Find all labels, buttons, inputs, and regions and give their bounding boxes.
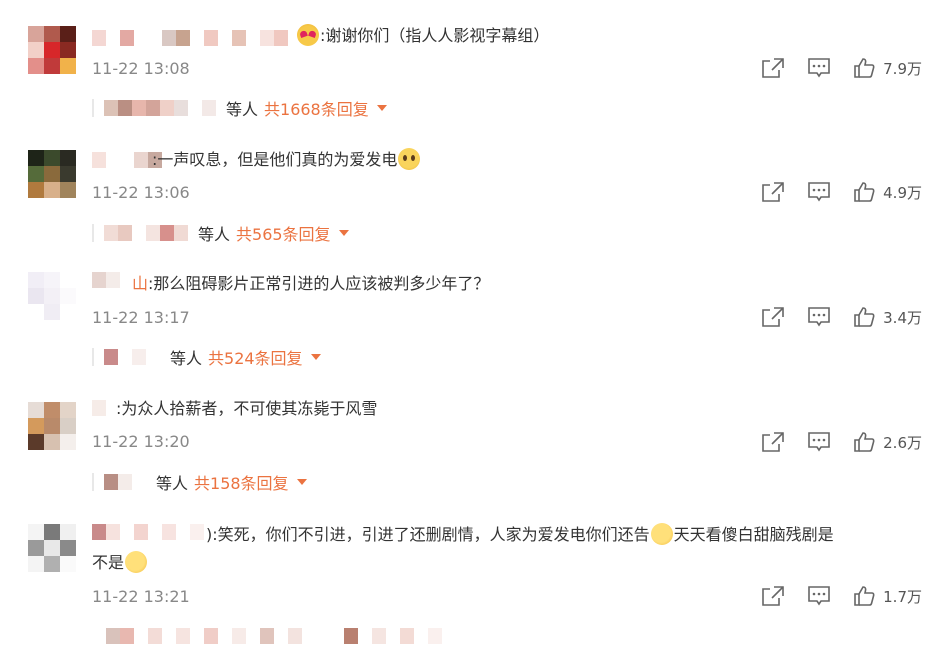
like-button[interactable]: 1.7万 bbox=[853, 585, 922, 607]
dropdown-arrow-icon bbox=[296, 479, 307, 485]
avatar[interactable] bbox=[28, 272, 76, 320]
share-button[interactable] bbox=[761, 585, 785, 607]
expand-replies-link[interactable]: 共158条回复 bbox=[194, 470, 307, 494]
repliers-obscured bbox=[104, 474, 146, 490]
comment-time: 11-22 13:06 bbox=[92, 183, 190, 202]
divider bbox=[92, 473, 94, 491]
replies-summary: 等人 共1668条回复 bbox=[92, 97, 387, 119]
comment-time: 11-22 13:21 bbox=[92, 587, 190, 606]
like-count: 2.6万 bbox=[883, 433, 922, 452]
comment-icon bbox=[808, 58, 830, 78]
comment-icon bbox=[808, 432, 830, 452]
avatar[interactable] bbox=[28, 524, 76, 572]
replies-summary: 等人 共158条回复 bbox=[92, 471, 307, 493]
comment-text: 山:那么阻碍影片正常引进的人应该被判多少年了？ bbox=[132, 274, 490, 293]
like-count: 7.9万 bbox=[883, 59, 922, 78]
share-button[interactable] bbox=[761, 431, 785, 453]
comment-actions: 3.4万 bbox=[739, 306, 922, 328]
comment-icon bbox=[808, 182, 830, 202]
thumbs-up-icon bbox=[854, 58, 875, 78]
share-button[interactable] bbox=[761, 306, 785, 328]
like-count: 4.9万 bbox=[883, 183, 922, 202]
comment-button[interactable] bbox=[807, 306, 831, 328]
comment-time: 11-22 13:08 bbox=[92, 59, 190, 78]
like-count: 1.7万 bbox=[883, 587, 922, 606]
expand-replies-link[interactable]: 共1668条回复 bbox=[264, 96, 387, 120]
divider bbox=[92, 348, 94, 366]
repliers-obscured bbox=[104, 225, 188, 241]
divider bbox=[92, 224, 94, 242]
comment-button[interactable] bbox=[807, 181, 831, 203]
dropdown-arrow-icon bbox=[310, 354, 321, 360]
avatar[interactable] bbox=[28, 26, 76, 74]
dropdown-arrow-icon bbox=[376, 105, 387, 111]
comment-button[interactable] bbox=[807, 57, 831, 79]
comment-text: :为众人拾薪者，不可使其冻毙于风雪 bbox=[116, 399, 378, 418]
comment-text: :谢谢你们（指人人影视字幕组） bbox=[296, 24, 549, 47]
share-button[interactable] bbox=[761, 181, 785, 203]
share-icon bbox=[762, 58, 784, 78]
thumbs-up-icon bbox=[854, 182, 875, 202]
share-icon bbox=[762, 182, 784, 202]
like-button[interactable]: 7.9万 bbox=[853, 57, 922, 79]
clapping-emoji-icon bbox=[650, 523, 673, 545]
replies-prefix: 等人 bbox=[156, 474, 189, 493]
thumbs-up-icon bbox=[854, 307, 875, 327]
share-icon bbox=[762, 432, 784, 452]
comment-icon bbox=[808, 307, 830, 327]
like-button[interactable]: 3.4万 bbox=[853, 306, 922, 328]
thumbs-up-icon bbox=[854, 586, 875, 606]
comment-text: ):笑死，你们不引进，引进了还删剧情，人家为爱发电你们还告 天天看傻白甜脑残剧是 bbox=[206, 523, 834, 545]
username-obscured[interactable] bbox=[92, 272, 134, 288]
comment-text-continued: 不是 bbox=[92, 551, 148, 574]
comment-time: 11-22 13:17 bbox=[92, 308, 190, 327]
replies-total: 共1668条回复 bbox=[264, 100, 369, 119]
replies-total: 共158条回复 bbox=[194, 474, 289, 493]
comment-button[interactable] bbox=[807, 585, 831, 607]
thumbs-up-icon bbox=[854, 432, 875, 452]
expand-replies-link[interactable]: 共565条回复 bbox=[236, 221, 349, 245]
repliers-obscured bbox=[104, 349, 160, 365]
replies-summary: 等人 共565条回复 bbox=[92, 222, 349, 244]
username-tail[interactable]: 山 bbox=[132, 274, 148, 293]
replies-prefix: 等人 bbox=[170, 349, 203, 368]
comment-icon bbox=[808, 586, 830, 606]
share-button[interactable] bbox=[761, 57, 785, 79]
username-obscured[interactable] bbox=[92, 30, 288, 46]
like-button[interactable]: 2.6万 bbox=[853, 431, 922, 453]
replies-prefix: 等人 bbox=[198, 225, 231, 244]
replies-summary: 等人 共524条回复 bbox=[92, 346, 321, 368]
dropdown-arrow-icon bbox=[338, 230, 349, 236]
sad-face-emoji-icon bbox=[398, 148, 421, 170]
replies-prefix: 等人 bbox=[226, 100, 259, 119]
comment-actions: 2.6万 bbox=[739, 431, 922, 453]
replies-total: 共524条回复 bbox=[208, 349, 303, 368]
expand-replies-link[interactable]: 共524条回复 bbox=[208, 345, 321, 369]
repliers-obscured bbox=[106, 628, 442, 644]
comment-text: :一声叹息，但是他们真的为爱发电 bbox=[152, 148, 421, 171]
username-obscured[interactable] bbox=[92, 524, 204, 540]
like-count: 3.4万 bbox=[883, 308, 922, 327]
divider bbox=[92, 99, 94, 117]
heart-eyes-emoji-icon bbox=[297, 24, 319, 46]
replies-total: 共565条回复 bbox=[236, 225, 331, 244]
share-icon bbox=[762, 586, 784, 606]
avatar[interactable] bbox=[28, 150, 76, 198]
comment-actions: 1.7万 bbox=[739, 585, 922, 607]
clapping-emoji-icon bbox=[125, 551, 148, 573]
comment-button[interactable] bbox=[807, 431, 831, 453]
avatar[interactable] bbox=[28, 402, 76, 450]
comment-actions: 4.9万 bbox=[739, 181, 922, 203]
comment-actions: 7.9万 bbox=[739, 57, 922, 79]
comment-time: 11-22 13:20 bbox=[92, 432, 190, 451]
like-button[interactable]: 4.9万 bbox=[853, 181, 922, 203]
repliers-obscured bbox=[104, 100, 216, 116]
share-icon bbox=[762, 307, 784, 327]
